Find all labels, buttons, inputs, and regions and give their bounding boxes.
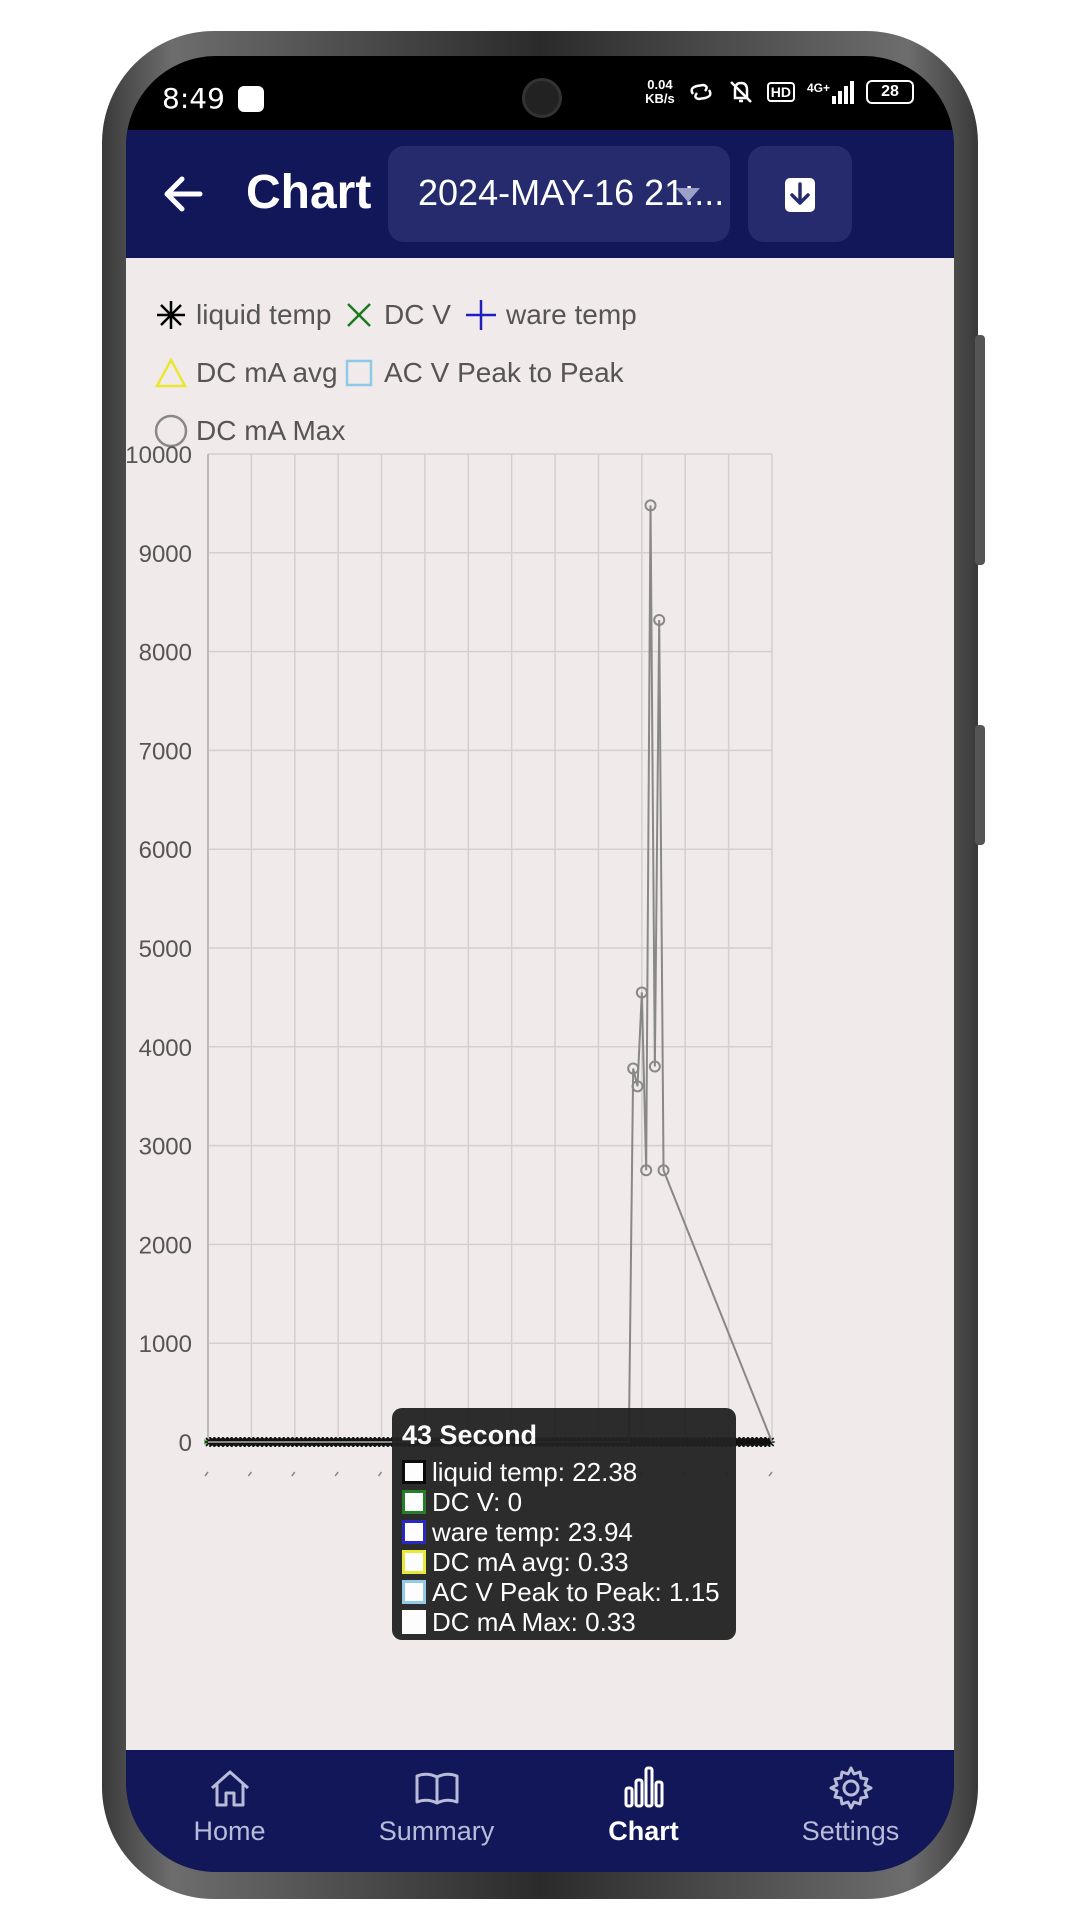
status-icons: 0.04 KB/s HD 4G+ 28 <box>645 78 914 106</box>
y-tick-label: 9000 <box>139 541 192 568</box>
x-tick-mark <box>377 1471 383 1477</box>
chevron-down-icon <box>676 188 700 202</box>
app-bar: Chart 2024-MAY-16 21:... <box>126 130 954 258</box>
y-tick-label: 1000 <box>139 1331 192 1358</box>
nav-summary[interactable]: Summary <box>333 1750 540 1872</box>
signal-icon: 4G+ <box>806 80 854 104</box>
nav-chart-label: Chart <box>608 1816 679 1846</box>
y-tick-label: 0 <box>179 1430 192 1457</box>
home-icon <box>210 1770 249 1807</box>
y-tick-label: 4000 <box>139 1035 192 1062</box>
series-line <box>208 505 773 1443</box>
tooltip-swatch <box>402 1520 426 1544</box>
nav-home-label: Home <box>193 1816 266 1846</box>
x-tick-mark <box>334 1471 339 1477</box>
tooltip-row: DC mA avg: 0.33 <box>402 1547 726 1577</box>
download-icon <box>785 178 815 212</box>
phone-volume-button <box>975 335 985 565</box>
chart-area: liquid temp DC Vware temp DC mA avg AC V Pe… <box>126 258 954 1750</box>
net-speed-unit: KB/s <box>645 91 675 106</box>
page-title: Chart <box>246 166 372 219</box>
tooltip-row: ware temp: 23.94 <box>402 1517 726 1547</box>
nav-home[interactable]: Home <box>126 1750 333 1872</box>
tooltip-title: 43 Second <box>402 1420 538 1450</box>
net-speed: 0.04 KB/s <box>645 78 675 106</box>
tooltip-row: AC V Peak to Peak: 1.15 <box>402 1577 726 1607</box>
phone-power-button <box>975 725 985 845</box>
screen: 8:49 0.04 KB/s HD 4G+ 28 Chart 2024-MAY-… <box>126 56 954 1872</box>
tooltip-swatch <box>402 1460 426 1484</box>
y-tick-label: 6000 <box>139 837 192 864</box>
tooltip-label: DC mA avg: 0.33 <box>432 1547 629 1577</box>
front-camera <box>522 78 562 118</box>
y-tick-label: 3000 <box>139 1134 192 1161</box>
back-arrow-icon[interactable] <box>156 166 212 222</box>
y-tick-label: 7000 <box>139 738 192 765</box>
tooltip-swatch <box>402 1490 426 1514</box>
nav-settings-label: Settings <box>801 1816 900 1846</box>
tooltip-swatch <box>402 1610 426 1634</box>
download-button[interactable] <box>748 146 852 242</box>
gear-icon <box>829 1766 872 1810</box>
y-tick-label: 2000 <box>139 1232 192 1259</box>
session-dropdown[interactable]: 2024-MAY-16 21:... <box>388 146 730 242</box>
bar-chart-icon <box>624 1766 663 1808</box>
nav-summary-label: Summary <box>378 1816 495 1846</box>
mute-bell-icon <box>729 81 752 103</box>
link-icon <box>690 83 712 101</box>
status-bar: 8:49 0.04 KB/s HD 4G+ 28 <box>126 56 954 130</box>
hd-badge: HD <box>766 82 795 102</box>
tooltip-swatch <box>402 1580 426 1604</box>
y-tick-label: 5000 <box>139 936 192 963</box>
x-tick-mark <box>768 1471 773 1477</box>
battery-icon: 28 <box>866 80 914 104</box>
nav-chart[interactable]: Chart <box>540 1750 747 1872</box>
bottom-navigation: Home Summary Chart Settings <box>126 1750 954 1872</box>
x-tick-mark <box>291 1471 296 1477</box>
net-speed-value: 0.04 <box>647 77 673 92</box>
tooltip-row: liquid temp: 22.38 <box>402 1457 726 1487</box>
tooltip-row: DC mA Max: 0.33 <box>402 1607 726 1637</box>
tooltip-row: DC V: 0 <box>402 1487 726 1517</box>
battery-level: 28 <box>881 83 899 100</box>
tooltip-swatch <box>402 1550 426 1574</box>
tooltip-label: DC mA Max: 0.33 <box>432 1607 636 1637</box>
book-icon <box>415 1772 458 1805</box>
network-type: 4G+ <box>806 80 830 95</box>
x-tick-mark <box>204 1471 209 1477</box>
tooltip-label: ware temp: 23.94 <box>432 1517 633 1547</box>
tooltip-label: liquid temp: 22.38 <box>432 1457 638 1487</box>
tooltip-label: AC V Peak to Peak: 1.15 <box>432 1577 720 1607</box>
y-tick-label: 8000 <box>139 640 192 667</box>
notification-icon <box>238 86 264 112</box>
chart-tooltip: 43 Second liquid temp: 22.38 DC V: 0 ware … <box>392 1408 736 1640</box>
tooltip-label: DC V: 0 <box>432 1487 523 1517</box>
y-tick-label: 10000 <box>126 442 192 469</box>
status-time: 8:49 <box>162 82 225 115</box>
tooltip-rows: liquid temp: 22.38 DC V: 0 ware temp: 23.9… <box>402 1457 726 1637</box>
nav-settings[interactable]: Settings <box>747 1750 954 1872</box>
x-tick-mark <box>247 1471 252 1477</box>
